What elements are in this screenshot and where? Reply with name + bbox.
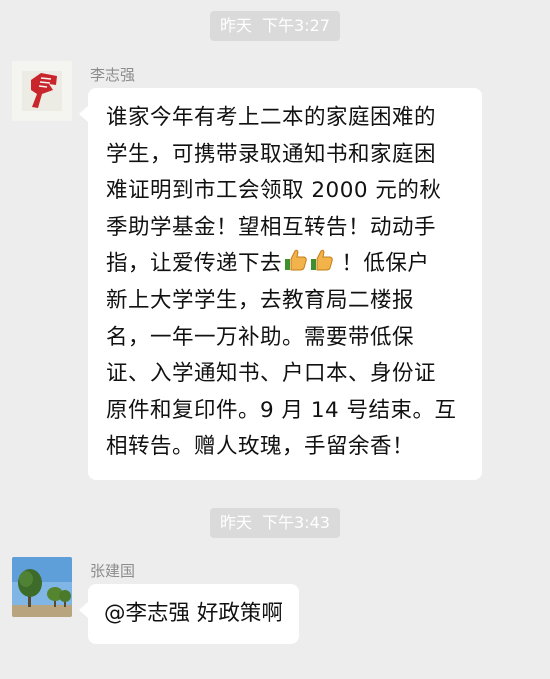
message-line: 难证明到市工会领取 2000 元的秋 xyxy=(106,178,442,204)
trees-photo-icon xyxy=(12,557,72,617)
message-bubble[interactable]: 谁家今年有考上二本的家庭困难的 学生，可携带录取通知书和家庭困 难证明到市工会领… xyxy=(79,88,482,480)
timestamp-time: 下午3:43 xyxy=(262,513,330,532)
message-line: 相转告。赠人玫瑰，手留余香！ xyxy=(106,434,415,460)
avatar-li-zhiqiang[interactable] xyxy=(12,61,72,121)
message-text: @李志强 好政策啊 xyxy=(104,601,283,626)
sender-name: 张建国 xyxy=(90,562,136,580)
message-line: 季助学基金！望相互转告！动动手 xyxy=(106,214,437,240)
message-line: 谁家今年有考上二本的家庭困难的 xyxy=(106,105,437,130)
message-bubble[interactable]: @李志强 好政策啊 xyxy=(79,584,299,644)
message-line: 新上大学学生，去教育局二楼报 xyxy=(106,287,415,313)
timestamp-badge: 昨天 下午3:43 xyxy=(210,508,340,538)
avatar-zhang-jianguo[interactable] xyxy=(12,557,72,617)
message-line: 原件和复印件。9 月 14 号结束。互 xyxy=(106,397,457,423)
message-line-text: ！低保户 xyxy=(334,251,430,277)
thumbs-up-icon xyxy=(311,250,333,271)
timestamp-day: 昨天 xyxy=(220,16,253,35)
chat-window: 昨天 下午3:27 李志强 谁家今年有考上二本的家庭困难的 学生，可携带录取通知书… xyxy=(0,0,550,679)
message-line: 名，一年一万补助。需要带低保 xyxy=(106,324,415,350)
timestamp-time: 下午3:27 xyxy=(262,16,330,35)
timestamp-badge: 昨天 下午3:27 xyxy=(210,11,340,41)
timestamp-day: 昨天 xyxy=(220,513,253,532)
message-line: 证、入学通知书、户口本、身份证 xyxy=(106,361,437,387)
sender-name: 李志强 xyxy=(90,66,136,84)
thumbs-up-icon xyxy=(285,250,307,271)
message-line: 学生，可携带录取通知书和家庭困 xyxy=(106,141,437,167)
red-fist-logo-icon xyxy=(12,61,72,121)
message-line: 指，让爱传递下去 ！低保户 xyxy=(106,246,466,283)
message-line-text: 指，让爱传递下去 xyxy=(106,251,283,277)
